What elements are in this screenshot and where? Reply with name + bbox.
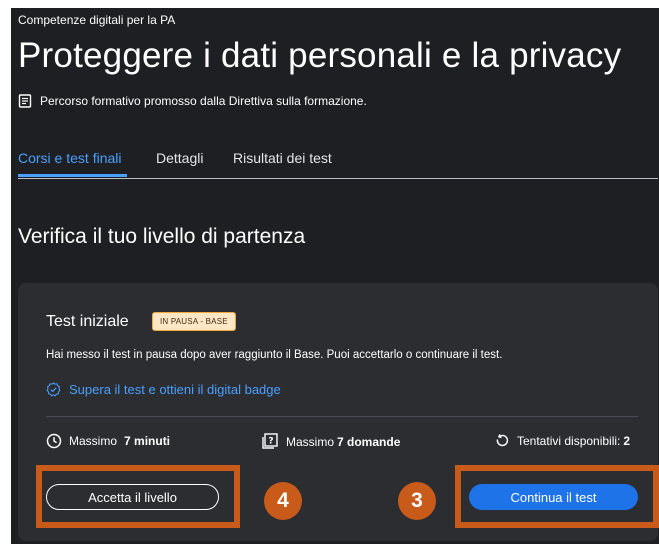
course-subtitle: Percorso formativo promosso dalla Dirett… — [18, 94, 367, 108]
question-limit-label: Massimo — [286, 434, 335, 449]
highlight-box-continue — [455, 465, 659, 528]
tab-bar: Corsi e test finali Dettagli Risultati d… — [18, 150, 658, 179]
tab-risultati-dei-test[interactable]: Risultati dei test — [233, 150, 332, 166]
retry-icon — [496, 434, 509, 447]
page-title: Proteggere i dati personali e la privacy — [18, 36, 622, 75]
clock-icon — [46, 433, 62, 449]
attempts-available: Tentativi disponibili: 2 — [494, 433, 630, 449]
attempts-value: 2 — [623, 434, 631, 448]
time-limit: Massimo 7 minuti — [46, 433, 170, 449]
tab-corsi-e-test-finali[interactable]: Corsi e test finali — [18, 150, 121, 166]
question-limit-value: 7 domande — [337, 434, 401, 449]
digital-badge-link[interactable]: Supera il test e ottieni il digital badg… — [46, 382, 281, 397]
window-edge-top — [11, 0, 659, 8]
window-edge-left — [0, 0, 11, 544]
status-badge: IN PAUSA - BASE — [152, 312, 236, 331]
verified-badge-icon — [46, 382, 61, 397]
document-icon — [18, 94, 32, 108]
card-description: Hai messo il test in pausa dopo aver rag… — [46, 349, 503, 361]
active-tab-indicator — [18, 174, 127, 177]
step-number-3: 3 — [398, 482, 436, 520]
step-number-4: 4 — [264, 482, 302, 520]
question-limit: ? Massimo 7 domande — [261, 433, 400, 450]
highlight-box-accept — [36, 465, 240, 528]
course-category: Competenze digitali per la PA — [18, 13, 176, 27]
tab-dettagli[interactable]: Dettagli — [156, 150, 203, 166]
attempts-label: Tentativi disponibili: — [517, 434, 621, 448]
card-title: Test iniziale — [46, 313, 129, 330]
question-icon: ? — [262, 433, 278, 449]
time-limit-label: Massimo — [69, 434, 118, 448]
subtitle-text: Percorso formativo promosso dalla Dirett… — [40, 94, 367, 108]
time-limit-value: 7 minuti — [124, 434, 171, 448]
svg-text:?: ? — [268, 437, 273, 447]
digital-badge-link-text[interactable]: Supera il test e ottieni il digital badg… — [69, 382, 281, 397]
section-title: Verifica il tuo livello di partenza — [18, 225, 306, 248]
card-divider — [46, 416, 638, 417]
